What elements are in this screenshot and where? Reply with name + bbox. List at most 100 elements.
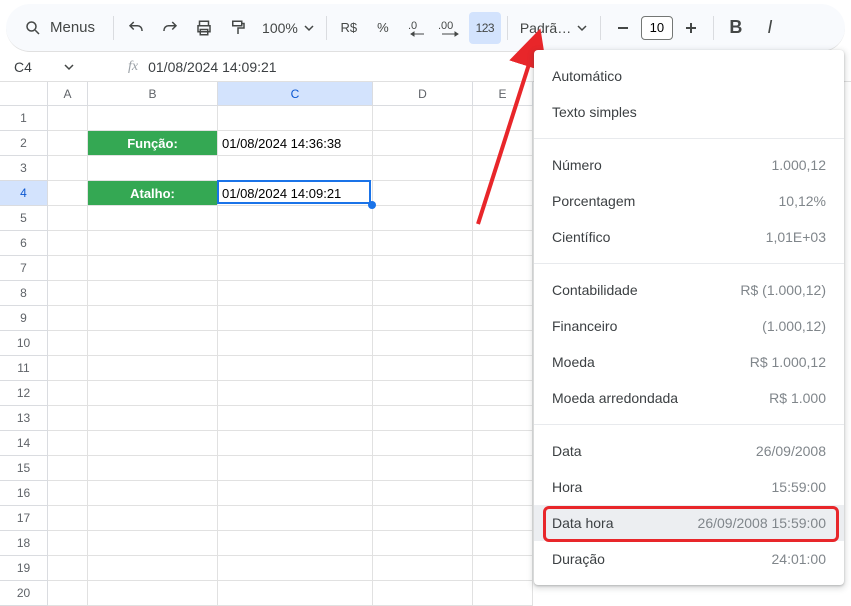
- cell-C19[interactable]: [218, 556, 373, 581]
- cell-B3[interactable]: [88, 156, 218, 181]
- cell-B18[interactable]: [88, 531, 218, 556]
- cell-A11[interactable]: [48, 356, 88, 381]
- row-header-7[interactable]: 7: [0, 256, 48, 281]
- cell-D12[interactable]: [373, 381, 473, 406]
- cell-C12[interactable]: [218, 381, 373, 406]
- cell-E7[interactable]: [473, 256, 533, 281]
- cell-A14[interactable]: [48, 431, 88, 456]
- cell-A1[interactable]: [48, 106, 88, 131]
- cell-E16[interactable]: [473, 481, 533, 506]
- cell-E6[interactable]: [473, 231, 533, 256]
- cell-B16[interactable]: [88, 481, 218, 506]
- cells-area[interactable]: Função:01/08/2024 14:36:38Atalho:01/08/2…: [48, 106, 533, 606]
- cell-A17[interactable]: [48, 506, 88, 531]
- cell-D20[interactable]: [373, 581, 473, 606]
- cell-E3[interactable]: [473, 156, 533, 181]
- cell-C1[interactable]: [218, 106, 373, 131]
- cell-D9[interactable]: [373, 306, 473, 331]
- cell-A3[interactable]: [48, 156, 88, 181]
- cell-A6[interactable]: [48, 231, 88, 256]
- format-option-científico[interactable]: Científico1,01E+03: [534, 219, 844, 255]
- cell-D1[interactable]: [373, 106, 473, 131]
- cell-A9[interactable]: [48, 306, 88, 331]
- cell-D5[interactable]: [373, 206, 473, 231]
- cell-C7[interactable]: [218, 256, 373, 281]
- cell-D18[interactable]: [373, 531, 473, 556]
- cell-A18[interactable]: [48, 531, 88, 556]
- cell-A2[interactable]: [48, 131, 88, 156]
- cell-E19[interactable]: [473, 556, 533, 581]
- row-header-19[interactable]: 19: [0, 556, 48, 581]
- cell-E8[interactable]: [473, 281, 533, 306]
- increase-font-button[interactable]: [675, 12, 707, 44]
- cell-E12[interactable]: [473, 381, 533, 406]
- row-header-4[interactable]: 4: [0, 181, 48, 206]
- row-header-17[interactable]: 17: [0, 506, 48, 531]
- cell-D15[interactable]: [373, 456, 473, 481]
- format-option-número[interactable]: Número1.000,12: [534, 147, 844, 183]
- cell-C15[interactable]: [218, 456, 373, 481]
- cell-D11[interactable]: [373, 356, 473, 381]
- decrease-font-button[interactable]: [607, 12, 639, 44]
- cell-A8[interactable]: [48, 281, 88, 306]
- format-option-porcentagem[interactable]: Porcentagem10,12%: [534, 183, 844, 219]
- format-option-data[interactable]: Data26/09/2008: [534, 433, 844, 469]
- cell-A15[interactable]: [48, 456, 88, 481]
- cell-D6[interactable]: [373, 231, 473, 256]
- format-option-moeda-arredondada[interactable]: Moeda arredondadaR$ 1.000: [534, 380, 844, 416]
- cell-B11[interactable]: [88, 356, 218, 381]
- font-family-dropdown[interactable]: Padrã…: [514, 20, 594, 36]
- cell-D10[interactable]: [373, 331, 473, 356]
- cell-B20[interactable]: [88, 581, 218, 606]
- row-header-8[interactable]: 8: [0, 281, 48, 306]
- cell-A10[interactable]: [48, 331, 88, 356]
- cell-B19[interactable]: [88, 556, 218, 581]
- cell-E11[interactable]: [473, 356, 533, 381]
- row-header-12[interactable]: 12: [0, 381, 48, 406]
- cell-D13[interactable]: [373, 406, 473, 431]
- cell-B7[interactable]: [88, 256, 218, 281]
- cell-E14[interactable]: [473, 431, 533, 456]
- cell-D8[interactable]: [373, 281, 473, 306]
- row-header-20[interactable]: 20: [0, 581, 48, 606]
- cell-D4[interactable]: [373, 181, 473, 206]
- cell-C2[interactable]: 01/08/2024 14:36:38: [218, 131, 373, 156]
- row-header-10[interactable]: 10: [0, 331, 48, 356]
- column-header-A[interactable]: A: [48, 82, 88, 106]
- format-option-data-hora[interactable]: Data hora26/09/2008 15:59:00: [534, 505, 844, 541]
- row-header-5[interactable]: 5: [0, 206, 48, 231]
- cell-B14[interactable]: [88, 431, 218, 456]
- format-option-texto-simples[interactable]: Texto simples: [534, 94, 844, 130]
- cell-B13[interactable]: [88, 406, 218, 431]
- cell-B15[interactable]: [88, 456, 218, 481]
- cell-A19[interactable]: [48, 556, 88, 581]
- cell-C8[interactable]: [218, 281, 373, 306]
- cell-C6[interactable]: [218, 231, 373, 256]
- cell-A5[interactable]: [48, 206, 88, 231]
- undo-button[interactable]: [120, 12, 152, 44]
- cell-A4[interactable]: [48, 181, 88, 206]
- cell-B1[interactable]: [88, 106, 218, 131]
- cell-E18[interactable]: [473, 531, 533, 556]
- cell-B17[interactable]: [88, 506, 218, 531]
- cell-C17[interactable]: [218, 506, 373, 531]
- cell-B5[interactable]: [88, 206, 218, 231]
- zoom-dropdown[interactable]: 100%: [256, 20, 320, 36]
- cell-C14[interactable]: [218, 431, 373, 456]
- row-header-16[interactable]: 16: [0, 481, 48, 506]
- name-box[interactable]: C4: [14, 59, 106, 75]
- cell-A16[interactable]: [48, 481, 88, 506]
- selection-handle[interactable]: [368, 201, 376, 209]
- cell-D19[interactable]: [373, 556, 473, 581]
- cell-B9[interactable]: [88, 306, 218, 331]
- cell-E9[interactable]: [473, 306, 533, 331]
- row-header-1[interactable]: 1: [0, 106, 48, 131]
- cell-E10[interactable]: [473, 331, 533, 356]
- row-header-14[interactable]: 14: [0, 431, 48, 456]
- cell-A12[interactable]: [48, 381, 88, 406]
- column-header-B[interactable]: B: [88, 82, 218, 106]
- cell-C20[interactable]: [218, 581, 373, 606]
- row-header-15[interactable]: 15: [0, 456, 48, 481]
- currency-button[interactable]: R$: [333, 12, 365, 44]
- cell-D3[interactable]: [373, 156, 473, 181]
